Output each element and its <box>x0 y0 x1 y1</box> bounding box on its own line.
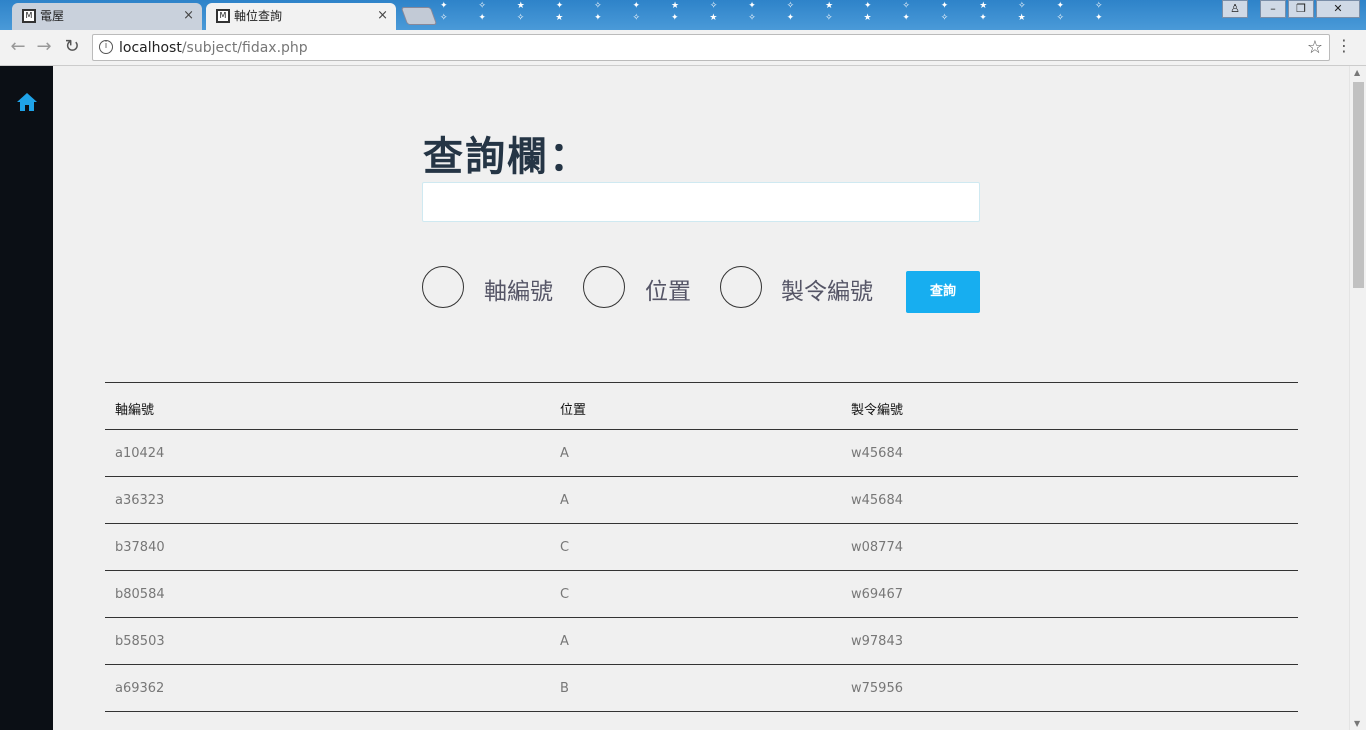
main-content: 查詢欄： 軸編號 位置 製令編號 查詢 軸編號 位置 製令編號 a10424 A… <box>53 66 1349 730</box>
user-profile-icon[interactable]: ♙ <box>1222 0 1248 18</box>
back-arrow-icon[interactable]: ← <box>6 36 30 57</box>
column-header: 軸編號 <box>115 403 155 418</box>
sidebar <box>0 66 53 730</box>
radio-label-order-number: 製令編號 <box>781 279 873 305</box>
url-text: localhost/subject/fidax.php <box>119 40 308 56</box>
cell-position: A <box>560 493 569 508</box>
browser-tab-strip: ✦ ✧ ★ ✦ ✧ ✦ ★ ✧ ✦ ✧ ★ ✦ ✧ ✦ ★ ✧ ✦ ✧ ★ ✦ … <box>0 0 1366 30</box>
cell-order-number: w45684 <box>851 493 903 508</box>
cell-order-number: w97843 <box>851 634 903 649</box>
cell-order-number: w08774 <box>851 540 903 555</box>
cell-position: A <box>560 634 569 649</box>
cell-order-number: w69467 <box>851 587 903 602</box>
table-row: b58503 A w97843 <box>105 617 1298 664</box>
tab-title: 電屋 <box>40 9 65 23</box>
column-header: 製令編號 <box>851 403 904 418</box>
cell-axis-number: b80584 <box>115 587 165 602</box>
new-tab-button[interactable] <box>400 7 438 25</box>
home-icon[interactable] <box>16 92 38 112</box>
table-bottom-border <box>105 711 1298 712</box>
restore-button[interactable]: ❐ <box>1288 0 1314 18</box>
cell-order-number: w45684 <box>851 446 903 461</box>
cell-axis-number: a10424 <box>115 446 165 461</box>
cell-axis-number: b58503 <box>115 634 165 649</box>
table-header-row: 軸編號 位置 製令編號 <box>105 382 1298 429</box>
results-table: 軸編號 位置 製令編號 a10424 A w45684 a36323 A w45… <box>105 382 1298 712</box>
cell-position: B <box>560 681 569 696</box>
page-title: 查詢欄： <box>423 134 591 180</box>
background-stars: ✦ ✧ ★ ✦ ✧ ✦ ★ ✧ ✦ ✧ ★ ✦ ✧ ✦ ★ ✧ ✦ ✧ ★ ✦ … <box>440 1 1126 23</box>
search-input[interactable] <box>422 182 980 222</box>
window-close-button[interactable]: ✕ <box>1316 0 1360 18</box>
tab-title: 軸位查詢 <box>234 9 283 23</box>
table-row: a69362 B w75956 <box>105 664 1298 711</box>
browser-menu-icon[interactable]: ⋮ <box>1336 36 1352 55</box>
cell-axis-number: a36323 <box>115 493 165 508</box>
forward-arrow-icon[interactable]: → <box>32 36 56 57</box>
radio-label-axis-number: 軸編號 <box>484 279 553 305</box>
table-row: a10424 A w45684 <box>105 429 1298 476</box>
cell-order-number: w75956 <box>851 681 903 696</box>
browser-tab-2[interactable]: M 軸位查詢 × <box>206 3 396 30</box>
bookmark-star-icon[interactable]: ☆ <box>1307 37 1323 58</box>
cell-position: C <box>560 540 570 555</box>
column-header: 位置 <box>560 403 587 418</box>
window-controls: ♙ – ❐ ✕ <box>1220 0 1360 18</box>
page-scrollbar[interactable]: ▲ ▼ <box>1349 66 1366 730</box>
page-favicon-icon: M <box>216 9 230 23</box>
info-icon[interactable]: i <box>99 40 113 54</box>
tab-close-icon[interactable]: × <box>377 3 388 29</box>
cell-axis-number: b37840 <box>115 540 165 555</box>
browser-tab-1[interactable]: M 電屋 × <box>12 3 202 30</box>
table-row: a36323 A w45684 <box>105 476 1298 523</box>
radio-label-position: 位置 <box>645 279 691 305</box>
query-button[interactable]: 查詢 <box>906 271 980 313</box>
minimize-button[interactable]: – <box>1260 0 1286 18</box>
table-row: b80584 C w69467 <box>105 570 1298 617</box>
cell-axis-number: a69362 <box>115 681 165 696</box>
scroll-up-arrow-icon[interactable]: ▲ <box>1354 68 1360 77</box>
reload-icon[interactable]: ↻ <box>60 36 84 57</box>
radio-axis-number[interactable] <box>422 266 464 308</box>
table-row: b37840 C w08774 <box>105 523 1298 570</box>
page-favicon-icon: M <box>22 9 36 23</box>
browser-toolbar: ← → ↻ i localhost/subject/fidax.php ☆ ⋮ <box>0 30 1366 66</box>
scrollbar-thumb[interactable] <box>1353 82 1364 288</box>
address-bar[interactable]: i localhost/subject/fidax.php ☆ <box>92 34 1330 61</box>
cell-position: A <box>560 446 569 461</box>
tab-close-icon[interactable]: × <box>183 3 194 29</box>
cell-position: C <box>560 587 570 602</box>
radio-position[interactable] <box>583 266 625 308</box>
radio-order-number[interactable] <box>720 266 762 308</box>
scroll-down-arrow-icon[interactable]: ▼ <box>1354 719 1360 728</box>
